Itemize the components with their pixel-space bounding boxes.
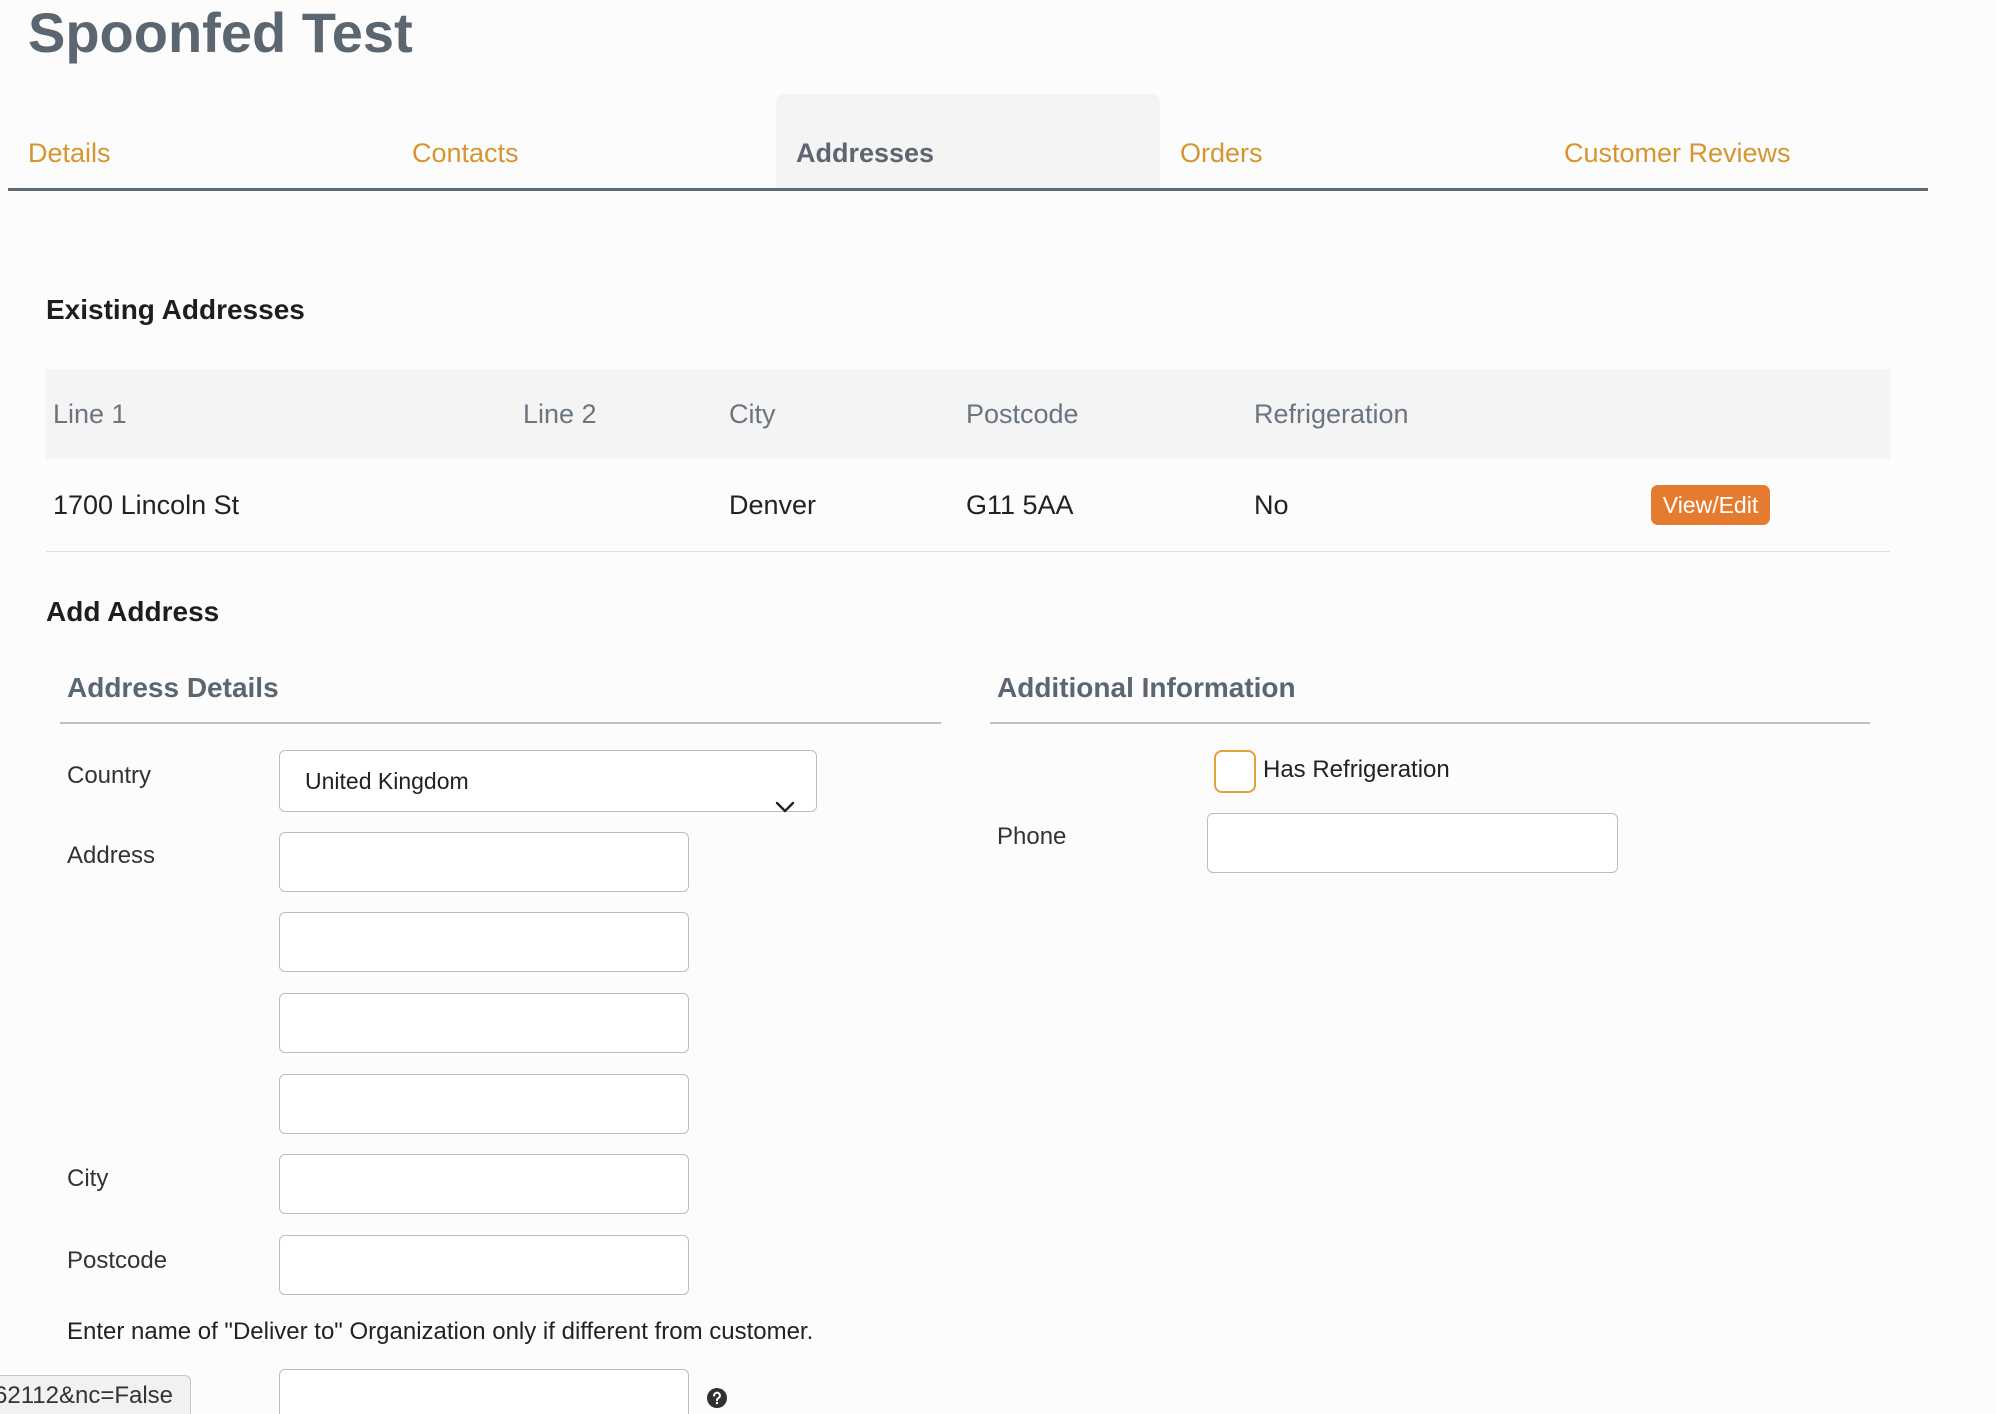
existing-addresses-table: Line 1 Line 2 City Postcode Refrigeratio…: [46, 369, 1890, 552]
column-header-line2: Line 2: [523, 398, 597, 429]
country-label: Country: [67, 762, 152, 789]
cell-city: Denver: [729, 489, 817, 520]
postcode-label: Postcode: [67, 1247, 168, 1274]
has-refrigeration-label[interactable]: Has Refrigeration: [1263, 755, 1450, 785]
tab-bar: Details Contacts Addresses Orders Custom…: [8, 94, 1928, 191]
tab-details[interactable]: Details: [8, 94, 392, 188]
status-bar: 62112&nc=False: [0, 1375, 191, 1414]
column-header-city: City: [729, 398, 776, 429]
column-header-line1: Line 1: [53, 398, 127, 429]
cell-actions: View/Edit: [1651, 485, 1890, 525]
phone-input[interactable]: [1207, 813, 1618, 873]
column-header-refrigeration: Refrigeration: [1254, 398, 1409, 429]
status-bar-url-text: 62112&nc=False: [0, 1382, 174, 1409]
tab-addresses[interactable]: Addresses: [776, 94, 1160, 188]
page-title: Spoonfed Test: [28, 1, 413, 64]
country-select-value: United Kingdom: [305, 768, 469, 794]
existing-addresses-heading: Existing Addresses: [46, 294, 305, 325]
address-details-heading: Address Details: [60, 668, 941, 724]
city-input[interactable]: [279, 1154, 689, 1214]
country-select[interactable]: United Kingdom: [279, 750, 817, 813]
help-icon[interactable]: [707, 1388, 727, 1408]
tab-orders[interactable]: Orders: [1160, 94, 1544, 188]
cell-refrigeration: No: [1254, 489, 1289, 520]
address-line-2-input[interactable]: [279, 912, 689, 972]
additional-information-heading: Additional Information: [990, 668, 1870, 724]
table-row: 1700 Lincoln St Denver G11 5AA No View/E…: [46, 459, 1890, 552]
address-label: Address: [67, 842, 156, 869]
add-address-heading: Add Address: [46, 596, 220, 627]
chevron-down-icon: [775, 775, 795, 813]
address-line-4-input[interactable]: [279, 1074, 689, 1134]
phone-label: Phone: [997, 823, 1067, 850]
address-line-3-input[interactable]: [279, 993, 689, 1053]
city-label: City: [67, 1165, 109, 1192]
cell-postcode: G11 5AA: [966, 489, 1074, 520]
cell-line1: 1700 Lincoln St: [53, 489, 240, 520]
has-refrigeration-checkbox[interactable]: [1214, 750, 1256, 793]
column-header-postcode: Postcode: [966, 398, 1079, 429]
address-line-1-input[interactable]: [279, 832, 689, 892]
deliver-to-organization-input[interactable]: [279, 1369, 689, 1414]
table-header-row: Line 1 Line 2 City Postcode Refrigeratio…: [46, 369, 1890, 459]
postcode-input[interactable]: [279, 1235, 689, 1295]
tab-contacts[interactable]: Contacts: [392, 94, 776, 188]
deliver-to-help-text: Enter name of "Deliver to" Organization …: [67, 1318, 814, 1345]
view-edit-button[interactable]: View/Edit: [1651, 485, 1770, 525]
tab-customer-reviews[interactable]: Customer Reviews: [1544, 94, 1928, 188]
